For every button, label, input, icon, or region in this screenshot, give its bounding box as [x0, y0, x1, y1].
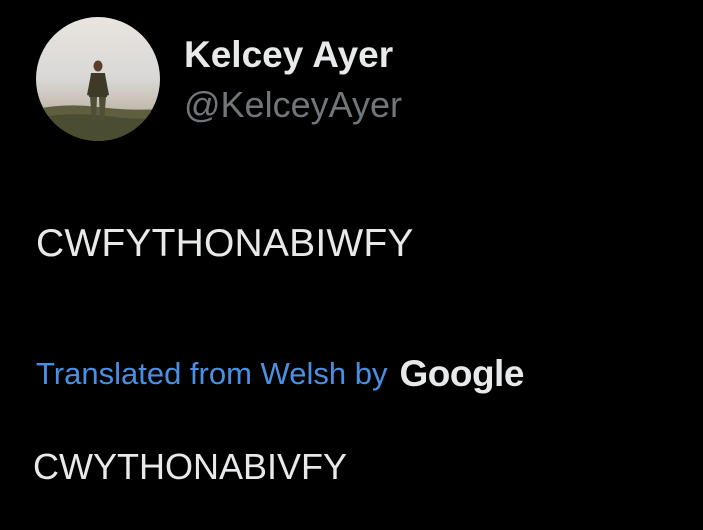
author-handle[interactable]: @KelceyAyer — [184, 84, 402, 126]
tweet-card: Kelcey Ayer @KelceyAyer CWFYTHONABIWFY T… — [0, 0, 703, 530]
tweet-text: CWFYTHONABIWFY — [36, 222, 414, 265]
translated-text: CWYTHONABIVFY — [33, 446, 348, 487]
translation-attribution: Translated from Welsh by Google — [36, 350, 524, 398]
avatar[interactable] — [36, 17, 160, 141]
profile-photo-icon — [36, 17, 160, 141]
google-logo: Google — [399, 353, 524, 394]
author-display-name[interactable]: Kelcey Ayer — [184, 34, 393, 76]
translated-from-label[interactable]: Translated from Welsh by — [36, 354, 387, 394]
